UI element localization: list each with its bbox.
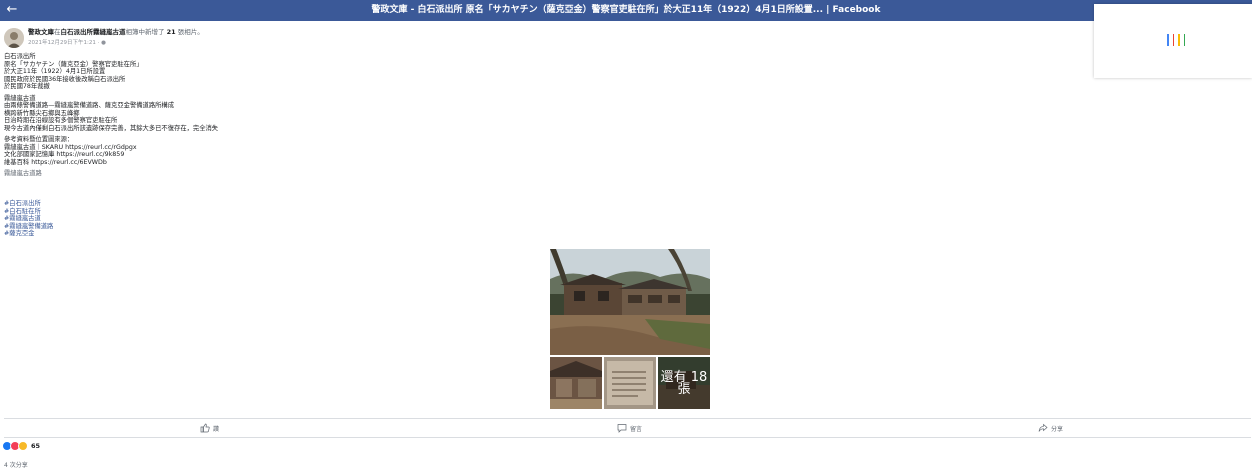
photo-thumbnail-more[interactable]: 還有 18 張: [658, 357, 710, 409]
hashtag-link[interactable]: #霧縫嵐警備道路: [4, 223, 53, 231]
hashtag-list: #白石派出所 #白石駐在所 #霧縫嵐古道 #霧縫嵐警備道路 #薩克亞金: [4, 200, 53, 238]
reaction-summary[interactable]: 65: [2, 441, 40, 451]
share-icon: [1038, 423, 1048, 432]
author-name[interactable]: 警政文庫: [28, 28, 54, 36]
window-title-bar: ← 警政文庫 - 白石派出所 原名「サカヤチン（薩克亞金）警察官吏駐在所」於大正…: [0, 0, 1252, 21]
comment-icon: [617, 424, 627, 433]
divider: [4, 437, 1251, 438]
post-timestamp[interactable]: 2021年12月29日下午1:21 · ●: [28, 38, 106, 46]
like-button[interactable]: 讚: [200, 422, 219, 434]
share-button[interactable]: 分享: [1038, 422, 1063, 434]
loading-spinner-icon: [1167, 34, 1185, 46]
globe-icon: ●: [101, 40, 106, 46]
hashtag-link[interactable]: #霧縫嵐古道: [4, 215, 53, 223]
hashtag-link[interactable]: #白石派出所: [4, 200, 53, 208]
avatar[interactable]: [4, 28, 24, 48]
photo-thumbnail[interactable]: [604, 357, 656, 409]
comment-button[interactable]: 留言: [617, 422, 642, 434]
photo-thumbnail[interactable]: [550, 357, 602, 409]
album-location[interactable]: 白石派出所霧縫嵐古道: [61, 28, 126, 36]
main-photo[interactable]: [550, 249, 710, 355]
post-header: 警政文庫在白石派出所霧縫嵐古道相簿中新增了 21 張相片。: [28, 28, 204, 36]
post-body: 白石派出所 原名「サカヤチン（薩克亞金）警察官吏駐在所」 於大正11年（1922…: [4, 53, 219, 177]
page-title: 警政文庫 - 白石派出所 原名「サカヤチン（薩克亞金）警察官吏駐在所」於大正11…: [371, 5, 881, 15]
divider: [4, 418, 1251, 419]
reaction-count: 65: [31, 442, 41, 450]
share-count[interactable]: 4 次分享: [4, 460, 28, 469]
more-photos-label[interactable]: 還有 18 張: [658, 357, 710, 409]
hashtag-link[interactable]: #薩克亞金: [4, 230, 53, 238]
thumbs-up-icon: [200, 423, 210, 433]
hashtag-link[interactable]: #白石駐在所: [4, 208, 53, 216]
photo-count: 21: [166, 28, 176, 36]
wow-reaction-icon: [18, 441, 28, 451]
